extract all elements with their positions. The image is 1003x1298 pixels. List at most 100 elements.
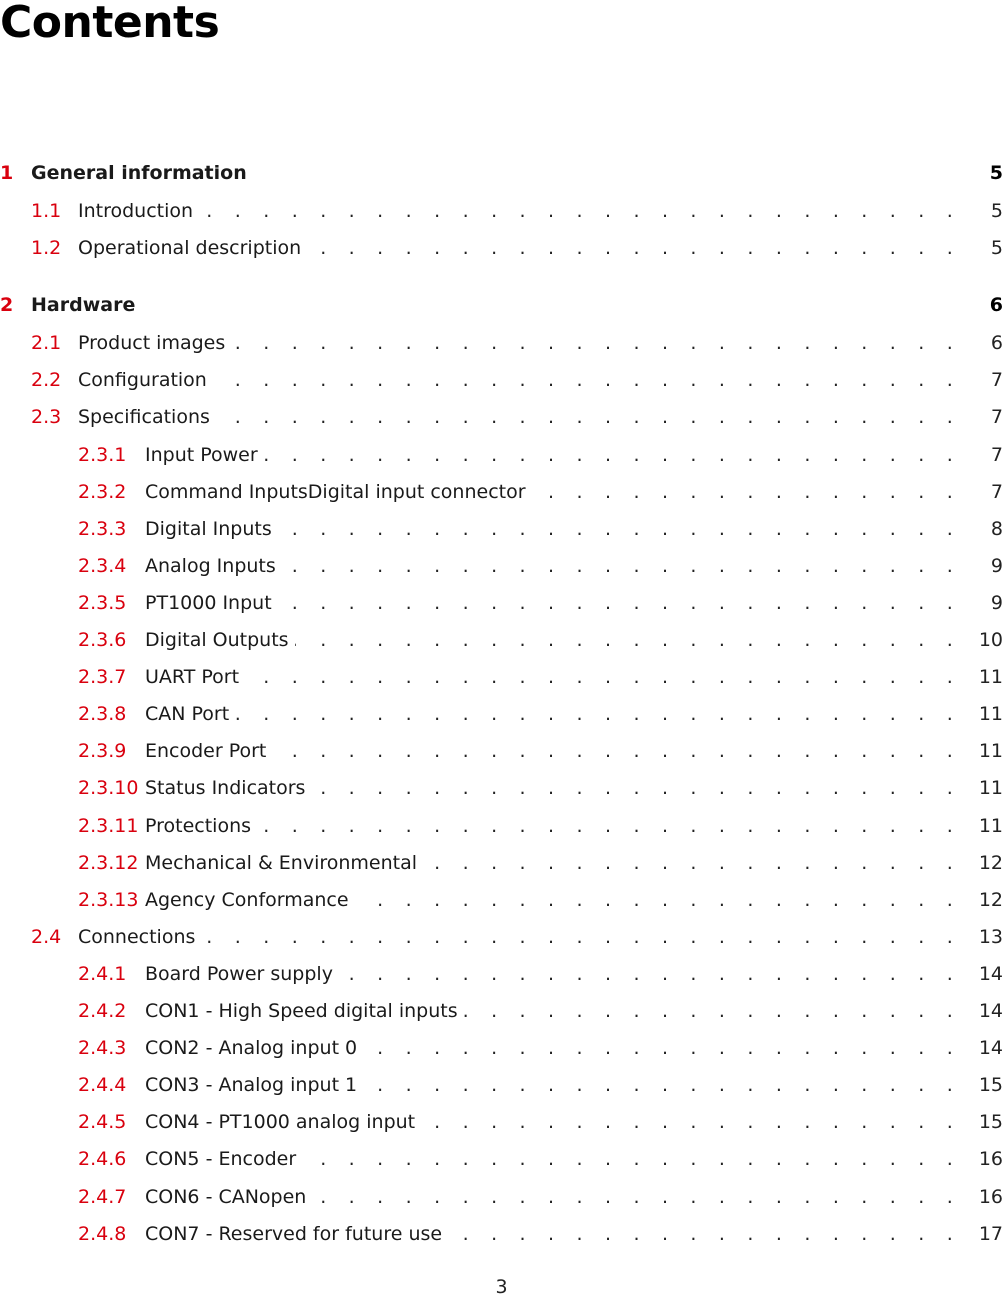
toc-entry-page: 15 <box>978 1111 1003 1134</box>
toc-entry-link[interactable]: Connections <box>78 924 195 950</box>
toc-entry-number: 2.3.10 <box>78 777 139 800</box>
toc-entry-subsection[interactable]: 2.4.5 CON4 - PT1000 analog input . . . . … <box>0 1109 1003 1135</box>
toc-entry-chapter[interactable]: 1 General information 5 <box>0 160 1003 186</box>
toc-entry-subsection[interactable]: 2.3.7 UART Port . . . . . . . . . . . . .… <box>0 664 1003 690</box>
toc-entry-page: 7 <box>990 406 1003 429</box>
dot-leader: . . . . . . . . . . . . . . . . . . . . … <box>201 925 961 948</box>
toc-entry-page: 9 <box>990 554 1003 577</box>
toc-entry-link[interactable]: UART Port <box>145 664 239 690</box>
toc-entry-subsection[interactable]: 2.3.9 Encoder Port . . . . . . . . . . . … <box>0 738 1003 764</box>
toc-entry-link[interactable]: Analog Inputs <box>145 553 276 579</box>
toc-entry-subsection[interactable]: 2.3.8 CAN Port . . . . . . . . . . . . . … <box>0 701 1003 727</box>
dot-leader: . . . . . . . . . . . . . . . . . . . . … <box>231 332 961 355</box>
toc-entry-link[interactable]: CAN Port <box>145 701 229 727</box>
toc-entry-number: 1.1 <box>31 200 62 222</box>
dot-leader: . . . . . . . . . . . . . . . . . . . . … <box>421 1111 961 1134</box>
toc-entry-number: 2.3.5 <box>78 591 127 614</box>
toc-entry-subsection[interactable]: 2.3.11 Protections . . . . . . . . . . . … <box>0 813 1003 839</box>
toc-entry-link[interactable]: CON3 - Analog input 1 <box>145 1072 357 1098</box>
toc-entry-page: 11 <box>978 777 1003 800</box>
toc-entry-link[interactable]: Mechanical & Environmental <box>145 850 417 876</box>
toc-entry-subsection[interactable]: 2.4.3 CON2 - Analog input 0 . . . . . . .… <box>0 1035 1003 1061</box>
toc-entry-section[interactable]: 1.1 Introduction . . . . . . . . . . . . … <box>0 198 1003 224</box>
toc-entry-page: 16 <box>978 1185 1003 1208</box>
toc-entry-number: 2.3.6 <box>78 629 127 651</box>
toc-entry-number: 2.3.7 <box>78 666 127 689</box>
toc-entry-number: 2.4.6 <box>78 1148 127 1171</box>
toc-entry-page: 11 <box>978 666 1003 689</box>
toc-entry-number: 2.4.7 <box>78 1185 127 1208</box>
toc-entry-link[interactable]: Configuration <box>78 367 207 393</box>
toc-entry-number: 2.1 <box>31 332 62 355</box>
toc-entry-link[interactable]: General information <box>31 160 247 186</box>
toc-entry-link[interactable]: Product images <box>78 330 225 356</box>
toc-entry-link[interactable]: CON7 - Reserved for future use <box>145 1221 442 1247</box>
toc-entry-link[interactable]: Protections <box>145 813 251 839</box>
toc-entry-subsection[interactable]: 2.4.1 Board Power supply . . . . . . . . … <box>0 961 1003 987</box>
toc-entry-subsection[interactable]: 2.3.1 Input Power . . . . . . . . . . . .… <box>0 442 1003 468</box>
dot-leader: . . . . . . . . . . . . . . . . . . . . … <box>278 591 961 614</box>
toc-entry-link[interactable]: PT1000 Input <box>145 590 272 616</box>
toc-entry-subsection[interactable]: 2.3.5 PT1000 Input . . . . . . . . . . . … <box>0 590 1003 616</box>
toc-entry-subsection[interactable]: 2.4.7 CON6 - CANopen . . . . . . . . . . … <box>0 1184 1003 1210</box>
toc-entry-link[interactable]: CON6 - CANopen <box>145 1184 306 1210</box>
page-title: Contents <box>0 0 220 48</box>
toc-entry-number: 2.4.8 <box>78 1222 127 1245</box>
toc-entry-link[interactable]: Digital Inputs <box>145 516 272 542</box>
toc-entry-link[interactable]: Input Power <box>145 442 258 468</box>
toc-entry-link[interactable]: Introduction <box>78 198 193 224</box>
toc-entry-link[interactable]: Command InputsDigital input connector <box>145 479 526 505</box>
toc-entry-link[interactable]: Agency Conformance <box>145 887 349 913</box>
dot-leader: . . . . . . . . . . . . . . . . . . . . … <box>448 1222 961 1245</box>
toc-entry-section[interactable]: 1.2 Operational description . . . . . . .… <box>0 235 1003 261</box>
toc-entry-link[interactable]: Specifications <box>78 404 210 430</box>
toc-entry-subsection[interactable]: 2.4.6 CON5 - Encoder . . . . . . . . . . … <box>0 1146 1003 1172</box>
toc-entry-link[interactable]: CON4 - PT1000 analog input <box>145 1109 415 1135</box>
toc-entry-link[interactable]: CON5 - Encoder <box>145 1146 296 1172</box>
dot-leader: . . . . . . . . . . . . . . . . . . . . … <box>199 200 961 222</box>
dot-leader: . . . . . . . . . . . . . . . . . . . . … <box>278 517 961 540</box>
toc-entry-page: 8 <box>990 517 1003 540</box>
toc-entry-subsection[interactable]: 2.3.6 Digital Outputs . . . . . . . . . .… <box>0 627 1003 653</box>
toc-entry-number: 2.4.3 <box>78 1037 127 1060</box>
toc-entry-subsection[interactable]: 2.3.12 Mechanical & Environmental . . . .… <box>0 850 1003 876</box>
toc-entry-link[interactable]: Status Indicators <box>145 775 305 801</box>
toc-entry-subsection[interactable]: 2.3.4 Analog Inputs . . . . . . . . . . .… <box>0 553 1003 579</box>
toc-entry-chapter[interactable]: 2 Hardware 6 <box>0 292 1003 318</box>
toc-entry-number: 2.4.4 <box>78 1074 127 1097</box>
toc-entry-number: 1.2 <box>31 237 62 260</box>
toc-entry-link[interactable]: CON1 - High Speed digital inputs <box>145 998 458 1024</box>
dot-leader: . . . . . . . . . . . . . . . . . . . . … <box>363 1037 961 1060</box>
dot-leader: . . . . . . . . . . . . . . . . . . . . … <box>235 703 961 726</box>
toc-entry-subsection[interactable]: 2.4.2 CON1 - High Speed digital inputs . … <box>0 998 1003 1024</box>
toc-entry-subsection[interactable]: 2.3.2 Command InputsDigital input connect… <box>0 479 1003 505</box>
toc-entry-number: 2.4 <box>31 925 62 948</box>
toc-entry-subsection[interactable]: 2.3.10 Status Indicators . . . . . . . . … <box>0 775 1003 801</box>
toc-entry-page: 11 <box>978 814 1003 837</box>
toc-entry-page: 9 <box>990 591 1003 614</box>
toc-entry-link[interactable]: CON2 - Analog input 0 <box>145 1035 357 1061</box>
toc-entry-section[interactable]: 2.2 Configuration . . . . . . . . . . . .… <box>0 367 1003 393</box>
dot-leader: . . . . . . . . . . . . . . . . . . . . … <box>216 406 961 429</box>
toc-entry-section[interactable]: 2.3 Specifications . . . . . . . . . . . … <box>0 404 1003 430</box>
toc-entry-subsection[interactable]: 2.3.3 Digital Inputs . . . . . . . . . . … <box>0 516 1003 542</box>
dot-leader: . . . . . . . . . . . . . . . . . . . . … <box>355 888 961 911</box>
dot-leader: . . . . . . . . . . . . . . . . . . . . … <box>423 851 961 874</box>
toc-entry-link[interactable]: Hardware <box>31 292 135 318</box>
toc-entry-number: 2.3.9 <box>78 740 127 763</box>
dot-leader: . . . . . . . . . . . . . . . . . . . . … <box>213 369 961 392</box>
toc-entry-number: 2.3 <box>31 406 62 429</box>
toc-entry-subsection[interactable]: 2.4.4 CON3 - Analog input 1 . . . . . . .… <box>0 1072 1003 1098</box>
toc-entry-section[interactable]: 2.4 Connections . . . . . . . . . . . . .… <box>0 924 1003 950</box>
toc-entry-link[interactable]: Operational description <box>78 235 301 261</box>
toc-entry-subsection[interactable]: 2.3.13 Agency Conformance . . . . . . . .… <box>0 887 1003 913</box>
toc-entry-link[interactable]: Board Power supply <box>145 961 333 987</box>
toc-entry-link[interactable]: Digital Outputs <box>145 627 289 653</box>
toc-entry-page: 14 <box>978 962 1003 985</box>
dot-leader: . . . . . . . . . . . . . . . . . . . . … <box>272 740 961 763</box>
toc-entry-page: 11 <box>978 703 1003 726</box>
toc-entry-section[interactable]: 2.1 Product images . . . . . . . . . . . … <box>0 330 1003 356</box>
toc-entry-link[interactable]: Encoder Port <box>145 738 266 764</box>
toc-entry-subsection[interactable]: 2.4.8 CON7 - Reserved for future use . . … <box>0 1221 1003 1247</box>
toc-entry-number: 1 <box>0 162 14 184</box>
